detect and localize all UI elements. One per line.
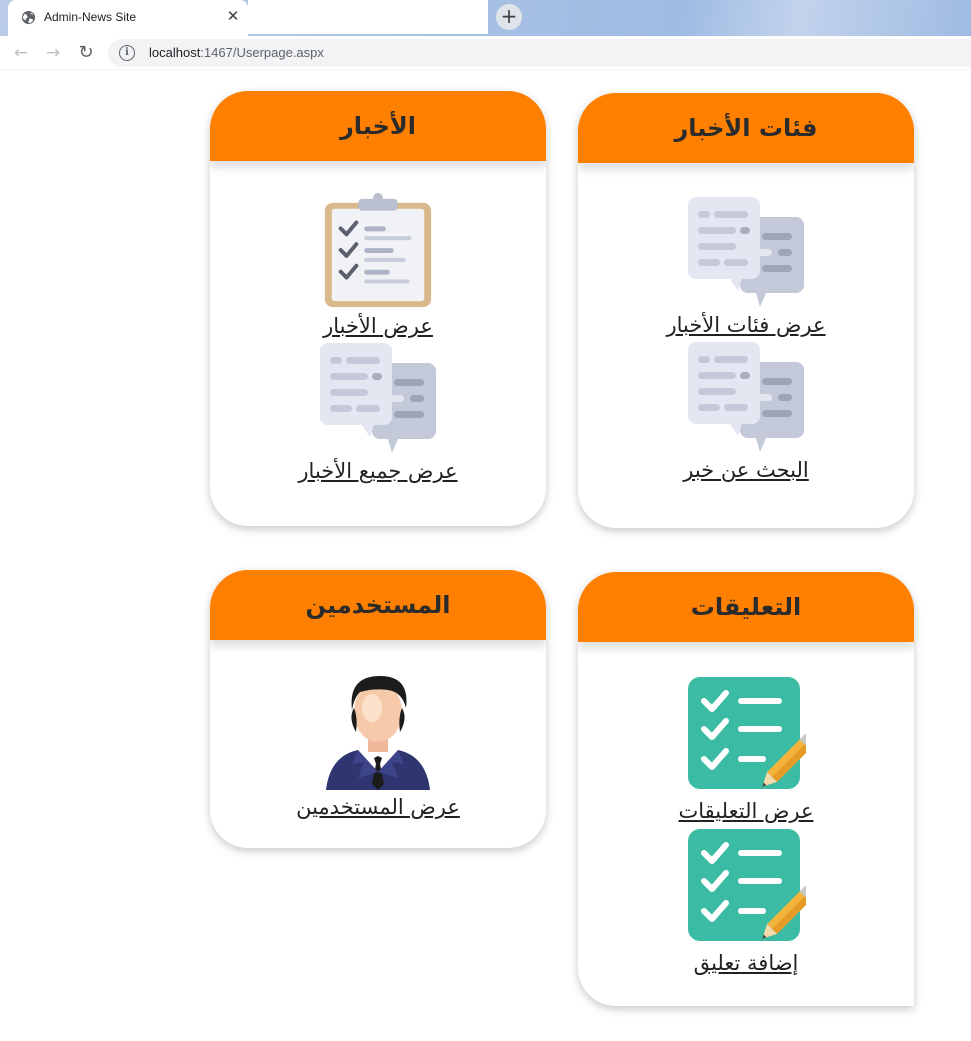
card-news-categories: فئات الأخبار عرض فئات الأخبار البحث عن خ… bbox=[578, 93, 914, 528]
list-item: إضافة تعليق bbox=[578, 826, 914, 978]
tab-title: Admin-News Site bbox=[44, 10, 137, 24]
list-item: عرض فئات الأخبار bbox=[578, 195, 914, 340]
card-title: المستخدمين bbox=[305, 591, 451, 619]
view-all-news-link[interactable]: عرض جميع الأخبار bbox=[298, 456, 457, 486]
chat-bubbles-icon[interactable] bbox=[318, 341, 438, 456]
list-item: عرض الأخبار bbox=[210, 193, 546, 341]
checklist-pencil-icon[interactable] bbox=[686, 826, 806, 948]
card-title: الأخبار bbox=[339, 112, 417, 140]
card-header: المستخدمين bbox=[210, 570, 546, 640]
browser-tab-active[interactable]: Admin-News Site ✕ bbox=[8, 0, 248, 36]
reload-icon[interactable]: ↻ bbox=[74, 41, 98, 65]
card-header: التعليقات bbox=[578, 572, 914, 642]
url-host: localhost bbox=[149, 45, 201, 60]
card-header: الأخبار bbox=[210, 91, 546, 161]
view-news-link[interactable]: عرض الأخبار bbox=[323, 311, 433, 341]
card-news: الأخبار عرض الأخبار عرض جميع الأخبار bbox=[210, 91, 546, 526]
card-body: عرض التعليقات إضافة تعليق bbox=[578, 642, 914, 978]
card-header: فئات الأخبار bbox=[578, 93, 914, 163]
back-arrow-icon[interactable]: ← bbox=[9, 41, 33, 65]
browser-toolbar: ← → ↻ i localhost:1467/Userpage.aspx bbox=[0, 36, 971, 70]
clipboard-checklist-icon[interactable] bbox=[319, 193, 437, 311]
view-comments-link[interactable]: عرض التعليقات bbox=[679, 796, 814, 826]
close-icon[interactable]: ✕ bbox=[224, 7, 242, 25]
add-comment-link[interactable]: إضافة تعليق bbox=[694, 948, 799, 978]
forward-arrow-icon[interactable]: → bbox=[41, 41, 65, 65]
card-users: المستخدمين عرض المستخدمين bbox=[210, 570, 546, 848]
url-text[interactable]: localhost:1467/Userpage.aspx bbox=[149, 45, 324, 60]
tab-blank-area bbox=[248, 0, 488, 34]
user-avatar-icon[interactable] bbox=[318, 672, 438, 792]
globe-icon bbox=[21, 10, 36, 25]
list-item: البحث عن خبر bbox=[578, 340, 914, 485]
new-tab-button[interactable]: + bbox=[496, 4, 522, 30]
card-title: التعليقات bbox=[690, 593, 802, 621]
card-body: عرض الأخبار عرض جميع الأخبار bbox=[210, 161, 546, 486]
card-body: عرض فئات الأخبار البحث عن خبر bbox=[578, 163, 914, 485]
card-title: فئات الأخبار bbox=[674, 114, 818, 142]
list-item: عرض جميع الأخبار bbox=[210, 341, 546, 486]
chat-bubbles-icon[interactable] bbox=[686, 195, 806, 310]
chat-bubbles-icon[interactable] bbox=[686, 340, 806, 455]
url-path: :1467/Userpage.aspx bbox=[200, 45, 324, 60]
search-news-link[interactable]: البحث عن خبر bbox=[683, 455, 809, 485]
info-icon[interactable]: i bbox=[119, 45, 135, 61]
card-body: عرض المستخدمين bbox=[210, 640, 546, 822]
list-item: عرض التعليقات bbox=[578, 674, 914, 826]
browser-tabstrip: Admin-News Site ✕ + bbox=[0, 0, 971, 36]
view-users-link[interactable]: عرض المستخدمين bbox=[296, 792, 460, 822]
card-comments: التعليقات عرض التعليقات إضافة تعليق bbox=[578, 572, 914, 1006]
checklist-pencil-icon[interactable] bbox=[686, 674, 806, 796]
address-bar[interactable]: i localhost:1467/Userpage.aspx bbox=[108, 39, 971, 67]
view-categories-link[interactable]: عرض فئات الأخبار bbox=[666, 310, 825, 340]
list-item: عرض المستخدمين bbox=[210, 672, 546, 822]
